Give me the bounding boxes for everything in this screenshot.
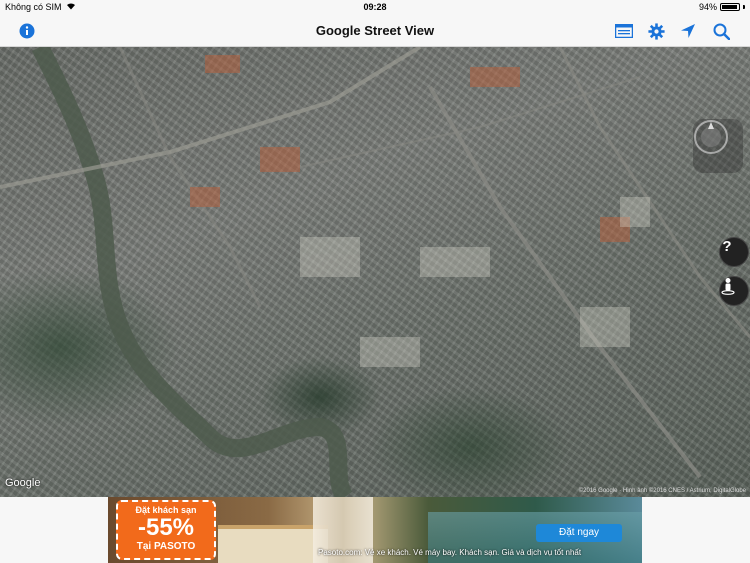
ad-area: Đặt khách sạn -55% Tại PASOTO Đặt ngay P… [0, 497, 750, 563]
list-view-icon[interactable] [614, 21, 634, 41]
svg-text:?: ? [722, 238, 731, 254]
gear-icon[interactable] [646, 21, 666, 41]
ad-badge-brand: Tại PASOTO [136, 541, 196, 552]
search-icon[interactable] [711, 21, 731, 41]
status-bar: Không có SIM 09:28 94% [0, 0, 750, 14]
page-title: Google Street View [315, 23, 435, 38]
battery-icon [720, 3, 740, 11]
ad-book-now-button[interactable]: Đặt ngay [536, 524, 622, 542]
map-attribution[interactable]: ©2016 Google · Hình ảnh ©2016 CNES / Ast… [579, 488, 746, 494]
compass-control[interactable] [693, 119, 743, 173]
ad-caption: Pasoto.com: Vé xe khách. Vé máy bay. Khá… [318, 548, 582, 557]
status-right: 94% [699, 2, 745, 12]
battery-tip [743, 5, 745, 9]
pegman-icon[interactable] [719, 276, 749, 306]
help-icon[interactable]: ? [719, 237, 749, 267]
map-features [0, 47, 750, 497]
navigation-bar: Google Street View [0, 14, 750, 47]
ad-bed-image [218, 525, 328, 563]
satellite-map[interactable]: ? Google ©2016 Google · Hình ảnh ©2016 C… [0, 47, 750, 497]
ad-badge-percent: -55% [137, 514, 195, 541]
clock: 09:28 [363, 2, 387, 12]
location-arrow-icon[interactable] [678, 21, 698, 41]
google-logo: Google [5, 477, 41, 489]
battery-percent: 94% [698, 2, 717, 12]
ad-banner[interactable]: Đặt khách sạn -55% Tại PASOTO Đặt ngay P… [108, 497, 642, 563]
ad-discount-badge: Đặt khách sạn -55% Tại PASOTO [116, 500, 216, 560]
